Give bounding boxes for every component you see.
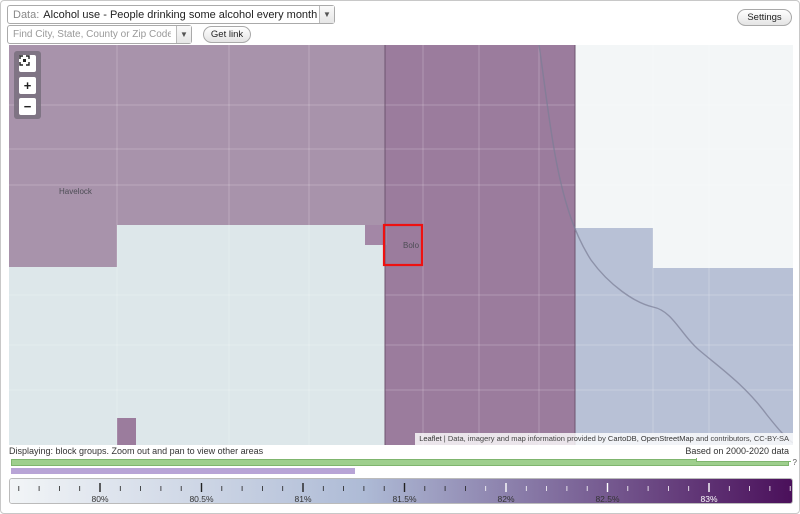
legend-tick-label: 82.5%	[595, 494, 620, 504]
range-green-bar	[11, 459, 789, 466]
leaflet-link[interactable]: Leaflet	[419, 434, 442, 443]
cartodb-link[interactable]: CartoDB	[608, 434, 637, 443]
osm-link[interactable]: OpenStreetMap	[641, 434, 694, 443]
legend-tick-label: 81%	[294, 494, 311, 504]
app-frame: Data: Alcohol use - People drinking some…	[0, 0, 800, 514]
choropleth-layer	[9, 45, 793, 445]
zoom-in-button[interactable]: +	[19, 77, 36, 94]
block-group-tiny[interactable]	[117, 418, 136, 445]
legend-scale: 80%80.5%81%81.5%82%82.5%83%83.5%	[10, 479, 792, 504]
data-select[interactable]: Data: Alcohol use - People drinking some…	[7, 5, 335, 24]
legend-tick-label: 80%	[91, 494, 108, 504]
legend-tick-label: 83%	[700, 494, 717, 504]
help-icon[interactable]: ?	[793, 458, 797, 467]
block-group-east-a[interactable]	[575, 228, 653, 268]
map-attribution: Leaflet | Data, imagery and map informat…	[415, 433, 793, 445]
display-status: Displaying: block groups. Zoom out and p…	[9, 446, 264, 456]
legend-tick-label: 80.5%	[189, 494, 214, 504]
data-range-bar[interactable]: ?	[11, 458, 797, 478]
color-legend: 80%80.5%81%81.5%82%82.5%83%83.5%	[9, 478, 793, 504]
get-link-button[interactable]: Get link	[203, 26, 251, 43]
block-group-sw[interactable]	[9, 267, 385, 445]
zoom-control: + −	[14, 51, 41, 119]
settings-button[interactable]: Settings	[737, 9, 792, 26]
data-select-value: Alcohol use - People drinking some alcoh…	[43, 8, 334, 21]
data-years: Based on 2000-2020 data	[685, 446, 789, 456]
data-select-prefix: Data:	[13, 8, 40, 21]
place-label-havelock: Havelock	[59, 187, 92, 196]
location-search-input[interactable]	[8, 26, 173, 43]
range-purple-bar	[11, 468, 355, 474]
block-group-sw-ext[interactable]	[117, 225, 365, 267]
map-view[interactable]: Havelock Bolo + − Leaflet | Data, imager…	[9, 45, 793, 445]
chevron-down-icon[interactable]: ▼	[176, 26, 191, 43]
zoom-out-button[interactable]: −	[19, 98, 36, 115]
legend-tick-label: 82%	[497, 494, 514, 504]
fullscreen-icon[interactable]	[19, 55, 36, 72]
chevron-down-icon[interactable]: ▼	[319, 6, 334, 23]
legend-tick-label: 81.5%	[392, 494, 417, 504]
location-search[interactable]: ▼	[7, 25, 192, 44]
place-label-bolo: Bolo	[403, 241, 420, 250]
